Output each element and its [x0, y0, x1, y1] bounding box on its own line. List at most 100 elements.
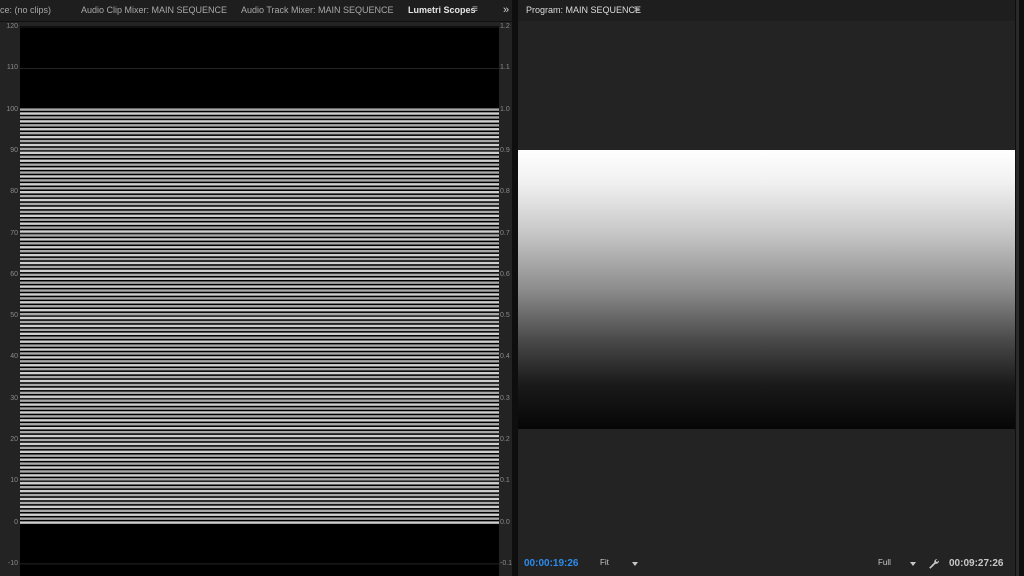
scope-left-tick: 90: [10, 146, 18, 154]
program-footer: 00:00:19:26 Fit Full 00:09:27:26: [518, 555, 1015, 576]
waveform-trace-line: [20, 206, 499, 210]
tab-audio-clip-mixer[interactable]: Audio Clip Mixer: MAIN SEQUENCE: [81, 0, 227, 21]
waveform-trace-line: [20, 509, 499, 512]
program-video-frame[interactable]: [518, 150, 1015, 429]
resolution-value: Full: [878, 558, 891, 567]
waveform-trace-line: [20, 273, 499, 276]
right-tab-bar: Program: MAIN SEQUENCE ≡: [518, 0, 1015, 21]
waveform-trace-line: [20, 434, 499, 438]
waveform-trace-line: [20, 187, 499, 190]
resolution-dropdown[interactable]: Full: [878, 558, 918, 567]
waveform-trace-line: [20, 395, 499, 398]
waveform-trace-line: [20, 336, 499, 339]
waveform-trace-line: [20, 340, 499, 343]
waveform-trace-line: [20, 458, 499, 461]
waveform-trace-line: [20, 171, 499, 174]
waveform-trace-line: [20, 151, 499, 155]
waveform-trace-line: [20, 411, 499, 414]
waveform-trace-line: [20, 446, 499, 450]
waveform-trace-line: [20, 368, 499, 371]
tab-program-monitor[interactable]: Program: MAIN SEQUENCE: [526, 0, 641, 21]
program-monitor-panel: Program: MAIN SEQUENCE ≡ 00:00:19:26 Fit…: [518, 0, 1015, 576]
scope-right-tick: 0.1: [500, 477, 510, 485]
waveform-trace-line: [20, 352, 499, 355]
scope-right-tick: 1.1: [500, 64, 510, 72]
waveform-trace-line: [20, 285, 499, 288]
scope-left-tick: 60: [10, 270, 18, 278]
tab-lumetri-scopes[interactable]: Lumetri Scopes: [408, 0, 476, 21]
scope-left-tick: 80: [10, 188, 18, 196]
waveform-trace-line: [20, 482, 499, 485]
waveform-trace-line: [20, 466, 499, 469]
waveform-trace-line: [20, 383, 499, 387]
waveform-trace-line: [20, 143, 499, 147]
waveform-trace-line: [20, 375, 499, 379]
waveform-trace-line: [20, 265, 499, 269]
waveform-trace-line: [20, 379, 499, 383]
waveform-trace-line: [20, 521, 499, 524]
scope-left-tick: 10: [10, 477, 18, 485]
current-timecode[interactable]: 00:00:19:26: [524, 558, 578, 569]
waveform-trace-line: [20, 344, 499, 347]
waveform-trace-line: [20, 316, 499, 320]
waveform-trace-line: [20, 360, 499, 363]
waveform-trace-line: [20, 407, 499, 410]
scope-right-tick: 0.0: [500, 518, 510, 526]
scope-right-tick: 0.8: [500, 188, 510, 196]
left-tab-bar: ce: (no clips) Audio Clip Mixer: MAIN SE…: [0, 0, 512, 22]
waveform-trace-line: [20, 234, 499, 237]
waveform-trace-line: [20, 250, 499, 253]
scope-left-tick: 30: [10, 394, 18, 402]
waveform-trace-line: [20, 277, 499, 280]
waveform-trace-line: [20, 257, 499, 261]
waveform-trace-line: [20, 328, 499, 332]
waveform-trace-line: [20, 493, 499, 497]
waveform-trace-line: [20, 210, 499, 214]
dropdown-arrow-icon: [910, 562, 916, 566]
waveform-trace-line: [20, 513, 499, 516]
waveform-trace-line: [20, 450, 499, 453]
zoom-value: Fit: [600, 558, 609, 567]
waveform-trace-line: [20, 128, 499, 131]
waveform-trace-line: [20, 501, 499, 505]
zoom-dropdown[interactable]: Fit: [600, 558, 638, 567]
waveform-trace-line: [20, 403, 499, 406]
program-menu-icon[interactable]: ≡: [634, 0, 640, 21]
lumetri-scopes-panel: ce: (no clips) Audio Clip Mixer: MAIN SE…: [0, 0, 512, 576]
waveform-trace-line: [20, 159, 499, 162]
waveform-trace-line: [20, 175, 499, 178]
scope-right-tick: -0.1: [500, 559, 513, 567]
waveform-trace-line: [20, 135, 499, 139]
scope-left-tick: 40: [10, 353, 18, 361]
waveform-trace-line: [20, 163, 499, 166]
waveform-trace-line: [20, 332, 499, 335]
waveform-trace-line: [20, 474, 499, 477]
waveform-trace-line: [20, 238, 499, 241]
waveform-trace-line: [20, 312, 499, 316]
tab-audio-track-mixer[interactable]: Audio Track Mixer: MAIN SEQUENCE: [241, 0, 394, 21]
waveform-scope-graphic: [20, 26, 499, 565]
waveform-trace-line: [20, 419, 499, 422]
waveform-trace-line: [20, 202, 499, 206]
waveform-trace-line: [20, 246, 499, 249]
wrench-icon[interactable]: [928, 558, 940, 570]
waveform-trace-line: [20, 320, 499, 324]
dropdown-arrow-icon: [632, 562, 638, 566]
waveform-trace-line: [20, 470, 499, 473]
scope-right-tick: 0.2: [500, 436, 510, 443]
waveform-trace-line: [20, 497, 499, 501]
overflow-icon[interactable]: »: [500, 0, 512, 21]
waveform-trace-line: [20, 132, 499, 135]
tab-source[interactable]: ce: (no clips): [0, 0, 51, 21]
waveform-trace-line: [20, 289, 499, 292]
waveform-trace-line: [20, 309, 499, 312]
scope-right-tick: 0.3: [500, 394, 510, 402]
waveform-trace-line: [20, 478, 499, 481]
waveform-trace-line: [20, 183, 499, 186]
right-scrollbar[interactable]: [1016, 0, 1019, 576]
waveform-trace-line: [20, 517, 499, 520]
waveform-trace-line: [20, 371, 499, 375]
panel-menu-icon[interactable]: ≡: [472, 0, 478, 21]
scope-right-tick: 0.9: [500, 146, 510, 154]
scope-right-tick: 1.2: [500, 23, 510, 30]
